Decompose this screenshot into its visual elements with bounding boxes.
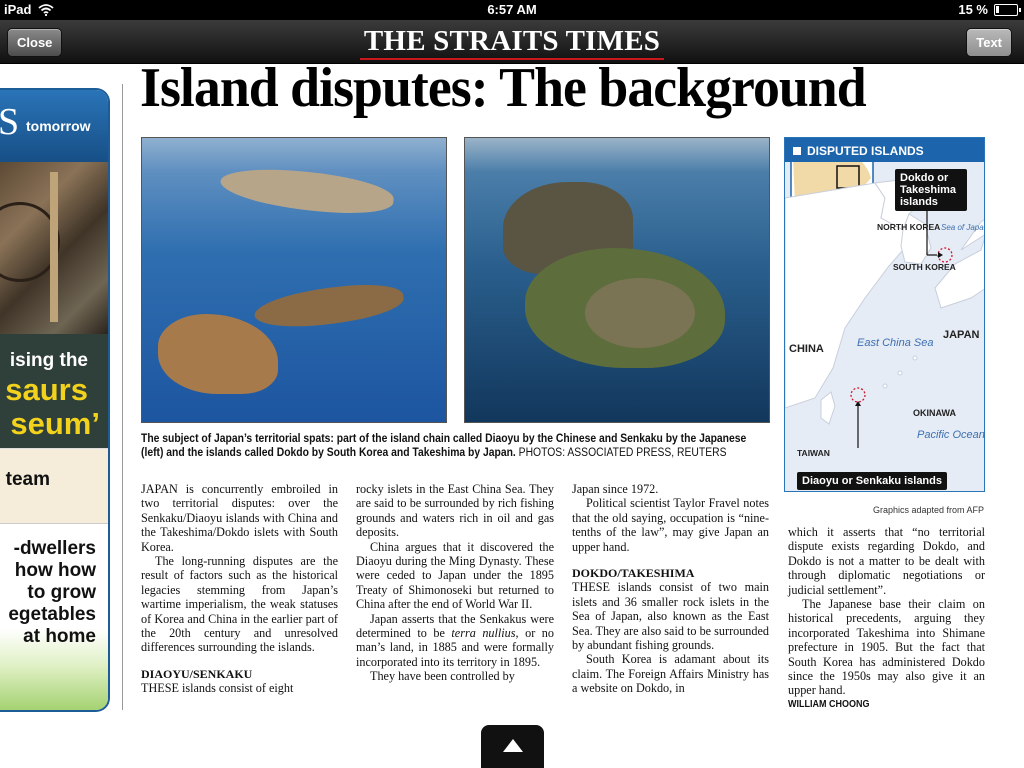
battery-icon <box>994 4 1021 16</box>
ad-grow-line: -dwellers <box>13 538 96 559</box>
ad-line-2: saurs <box>5 372 88 407</box>
map-title: DISPUTED ISLANDS <box>785 138 984 162</box>
column-divider <box>122 84 123 710</box>
dokdo-islands-photo[interactable] <box>464 137 770 423</box>
show-toolbar-button[interactable] <box>481 725 544 768</box>
masthead: THE STRAITS TIMES <box>0 26 1024 60</box>
paragraph: Japan asserts that the Senkakus were det… <box>356 611 554 669</box>
advertisement[interactable]: S tomorrow ising the saurs seum’ team -d… <box>0 88 110 712</box>
paragraph: Political scientist Taylor Fravel notes … <box>572 496 769 554</box>
ad-grow-panel: -dwellers how how to grow egetables at h… <box>0 524 108 710</box>
subheading-dokdo: DOKDO/TAKESHIMA <box>572 566 695 581</box>
label-pacific-ocean: Pacific Ocean <box>917 429 985 441</box>
label-taiwan: TAIWAN <box>797 448 830 458</box>
map-credit: Graphics adapted from AFP <box>873 505 985 515</box>
ad-team-text: team <box>5 469 50 490</box>
label-north-korea: NORTH KOREA <box>877 222 940 232</box>
byline: WILLIAM CHOONG <box>788 698 870 710</box>
map-title-text: DISPUTED ISLANDS <box>807 144 924 158</box>
paragraph: They have been controlled by <box>370 669 515 684</box>
battery-percent: 15 % <box>958 2 988 17</box>
senkaku-islands-photo[interactable] <box>141 137 447 423</box>
paragraph: South Korea is adamant about its claim. … <box>572 652 769 696</box>
article-column-1: JAPAN is concurrently embroiled in two t… <box>141 482 338 696</box>
ad-team-panel: team <box>0 448 108 524</box>
label-okinawa: OKINAWA <box>913 408 957 418</box>
ad-grow-line: egetables <box>8 604 96 625</box>
callout-diaoyu: Diaoyu or Senkaku islands <box>797 472 947 490</box>
photo-credit: PHOTOS: ASSOCIATED PRESS, REUTERS <box>518 447 727 459</box>
article-column-4: which it asserts that “no territorial di… <box>788 525 985 712</box>
label-japan: JAPAN <box>943 329 980 341</box>
article-column-3: Japan since 1972. Political scientist Ta… <box>572 482 769 696</box>
callout-dokdo: Dokdo or Takeshima islands <box>895 169 967 211</box>
ad-grow-line: at home <box>23 626 96 647</box>
subheading-diaoyu: DIAOYU/SENKAKU <box>141 666 253 681</box>
bullet-square-icon <box>793 147 801 155</box>
ad-line-1: ising the <box>9 350 88 371</box>
ad-logo-letter: S <box>0 101 20 143</box>
newspaper-page: S tomorrow ising the saurs seum’ team -d… <box>0 57 1024 768</box>
clock: 6:57 AM <box>487 2 537 17</box>
article-column-2: rocky islets in the East China Sea. They… <box>356 482 554 684</box>
paragraph: THESE islands consist of eight <box>141 681 294 696</box>
paragraph: which it asserts that “no territorial di… <box>788 525 985 597</box>
paragraph: JAPAN is concurrently embroiled in two t… <box>141 482 338 554</box>
photo-caption: The subject of Japan’s territorial spats… <box>141 432 771 460</box>
masthead-title: THE STRAITS TIMES <box>359 26 665 60</box>
status-bar: iPad 6:57 AM 15 % <box>0 0 1024 20</box>
text-view-button[interactable]: Text <box>966 28 1012 57</box>
paragraph: THESE islands consist of two main islets… <box>572 580 769 653</box>
ad-grow-line: to grow <box>27 582 96 603</box>
disputed-islands-map[interactable]: DISPUTED ISLANDS Dokdo or Takeshima isla… <box>784 137 985 492</box>
paragraph: China argues that it discovered the Diao… <box>356 539 554 612</box>
paragraph: The long-running disputes are the result… <box>141 554 338 655</box>
label-east-china-sea: East China Sea <box>857 337 934 349</box>
up-arrow-icon <box>503 739 523 752</box>
ad-line-3: seum’ <box>10 406 100 441</box>
ad-grow-line: how how <box>14 560 96 581</box>
ad-museum-photo <box>0 162 108 334</box>
paragraph: rocky islets in the East China Sea. They… <box>356 482 554 540</box>
headline: Island disputes: The background <box>140 57 867 119</box>
ad-tomorrow: tomorrow <box>26 118 91 134</box>
label-china: CHINA <box>789 343 824 355</box>
label-south-korea: SOUTH KOREA <box>893 262 956 272</box>
ad-banner: S tomorrow <box>0 90 108 162</box>
label-sea-of-japan: Sea of Japan/ East Sea <box>941 223 984 232</box>
paragraph: The Japanese base their claim on histori… <box>788 597 985 698</box>
paragraph: Japan since 1972. <box>572 482 659 496</box>
ad-museum-panel: ising the saurs seum’ <box>0 334 108 448</box>
